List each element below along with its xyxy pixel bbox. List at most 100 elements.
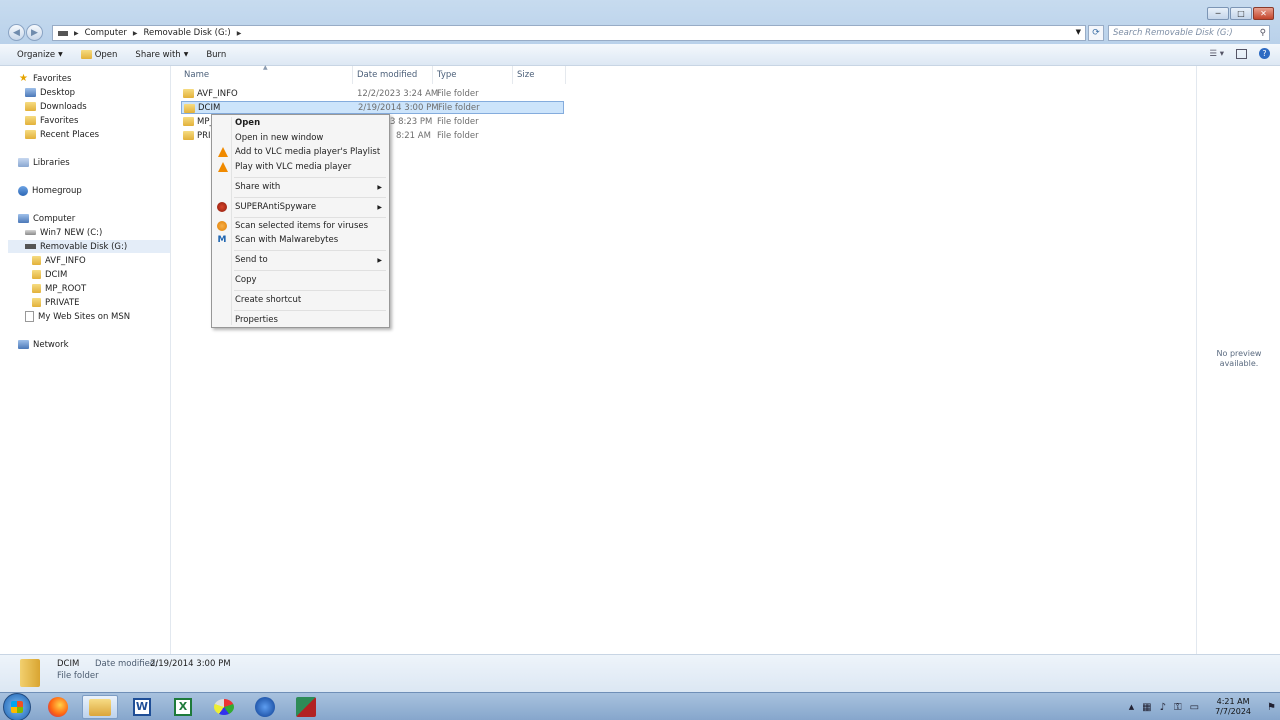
nav-recent-places[interactable]: Recent Places [25, 128, 99, 141]
burn-button[interactable]: Burn [206, 50, 226, 60]
column-separator[interactable] [512, 66, 513, 84]
network-icon [18, 340, 29, 349]
maximize-button[interactable]: □ [1230, 7, 1252, 20]
search-placeholder: Search Removable Disk (G:) [1113, 28, 1233, 38]
column-header-name[interactable]: Name [184, 70, 209, 80]
taskbar-word[interactable]: W [124, 695, 160, 719]
open-button[interactable]: Open [80, 50, 117, 60]
share-with-button[interactable]: Share with ▼ [135, 50, 188, 60]
menu-separator [234, 250, 386, 251]
menu-separator [234, 217, 386, 218]
start-button[interactable] [3, 693, 31, 720]
close-button[interactable]: ✕ [1253, 7, 1274, 20]
taskbar-excel[interactable]: X [165, 695, 201, 719]
nav-avf-info[interactable]: AVF_INFO [32, 254, 86, 267]
file-name: DCIM [198, 102, 221, 113]
taskbar-explorer[interactable] [82, 695, 118, 719]
flag-icon[interactable]: ⚑ [1267, 702, 1276, 713]
menu-item-vlc-playlist[interactable]: Add to VLC media player's Playlist [214, 145, 387, 159]
address-dropdown-icon[interactable]: ▼ [1076, 28, 1081, 36]
nav-favorites[interactable]: ★ Favorites [18, 72, 71, 85]
file-row[interactable]: AVF_INFO 12/2/2023 3:24 AM File folder [181, 87, 564, 100]
title-bar: ─ □ ✕ ◀ ▶ ▶ Computer ▶ Removable Disk (G… [0, 0, 1280, 44]
chevron-right-icon[interactable]: ▶ [237, 30, 242, 37]
show-hidden-icons[interactable]: ▲ [1129, 703, 1134, 711]
nav-downloads[interactable]: Downloads [25, 100, 87, 113]
search-input[interactable]: Search Removable Disk (G:) ⚲ [1108, 25, 1270, 41]
nav-network[interactable]: Network [18, 338, 69, 351]
menu-label: Add to VLC media player's Playlist [235, 147, 381, 157]
menu-item-vlc-play[interactable]: Play with VLC media player [214, 160, 387, 174]
menu-label: Share with [235, 182, 281, 192]
back-button[interactable]: ◀ [8, 24, 25, 41]
nav-label: PRIVATE [45, 297, 80, 308]
forward-button[interactable]: ▶ [26, 24, 43, 41]
menu-item-scan-malwarebytes[interactable]: M Scan with Malwarebytes [214, 233, 387, 247]
details-type: File folder [57, 671, 99, 681]
view-options-icon[interactable]: ☰ ▾ [1209, 49, 1224, 59]
column-header-type[interactable]: Type [437, 70, 457, 80]
forward-arrow-icon: ▶ [31, 27, 38, 38]
menu-item-send-to[interactable]: Send to ▶ [214, 253, 387, 267]
file-date: 2/19/2014 3:00 PM [358, 102, 439, 113]
column-header-size[interactable]: Size [517, 70, 534, 80]
nav-desktop[interactable]: Desktop [25, 86, 75, 99]
nav-removable-disk[interactable]: Removable Disk (G:) [8, 240, 170, 253]
menu-item-open[interactable]: Open [214, 116, 387, 130]
nav-label: Libraries [33, 157, 70, 168]
menu-item-copy[interactable]: Copy [214, 273, 387, 287]
file-row-selected[interactable]: DCIM 2/19/2014 3:00 PM File folder [181, 101, 564, 114]
column-separator[interactable] [352, 66, 353, 84]
clock-date: 7/7/2024 [1215, 707, 1252, 716]
chevron-right-icon[interactable]: ▶ [133, 30, 138, 37]
desktop-icon [25, 88, 36, 97]
excel-icon: X [174, 698, 192, 716]
taskbar-network-app[interactable] [288, 695, 324, 719]
view-controls: ☰ ▾ ? [1209, 48, 1270, 59]
menu-item-open-new-window[interactable]: Open in new window [214, 131, 387, 145]
nav-computer[interactable]: Computer [18, 212, 75, 225]
volume-icon[interactable]: ♪ [1160, 702, 1166, 713]
column-separator[interactable] [565, 66, 566, 84]
menu-separator [234, 310, 386, 311]
menu-item-superantispyware[interactable]: SUPERAntiSpyware ▶ [214, 200, 387, 214]
nav-msn-sites[interactable]: My Web Sites on MSN [25, 310, 130, 323]
back-arrow-icon: ◀ [13, 27, 20, 38]
taskbar-firefox[interactable] [40, 695, 76, 719]
breadcrumb-removable-disk[interactable]: Removable Disk (G:) [144, 28, 231, 38]
no-preview-line2: available. [1219, 359, 1259, 368]
address-bar[interactable]: ▶ Computer ▶ Removable Disk (G:) ▶ ▼ [52, 25, 1086, 41]
nav-mp-root[interactable]: MP_ROOT [32, 282, 86, 295]
chevron-right-icon[interactable]: ▶ [74, 30, 79, 37]
nav-win7-drive[interactable]: Win7 NEW (C:) [25, 226, 102, 239]
details-name: DCIM [57, 659, 80, 669]
help-icon[interactable]: ? [1259, 48, 1270, 59]
menu-item-share-with[interactable]: Share with ▶ [214, 180, 387, 194]
taskbar-paint[interactable] [206, 695, 242, 719]
menu-item-scan-viruses[interactable]: Scan selected items for viruses [214, 219, 387, 233]
breadcrumb-computer[interactable]: Computer [85, 28, 127, 38]
organize-button[interactable]: Organize ▼ [17, 50, 63, 60]
taskbar-app-blue[interactable] [247, 695, 283, 719]
nav-private[interactable]: PRIVATE [32, 296, 80, 309]
folder-icon [184, 104, 195, 113]
monitor-tray-icon[interactable]: ▭ [1190, 702, 1199, 713]
column-separator[interactable] [432, 66, 433, 84]
usb-device-icon[interactable]: ⚿ [1174, 702, 1182, 713]
refresh-button[interactable]: ⟳ [1088, 25, 1104, 41]
menu-item-create-shortcut[interactable]: Create shortcut [214, 293, 387, 307]
nav-dcim[interactable]: DCIM [32, 268, 67, 281]
preview-pane-icon[interactable] [1236, 48, 1247, 59]
column-header-date[interactable]: Date modified [357, 70, 417, 80]
nav-favorites-folder[interactable]: Favorites [25, 114, 78, 127]
minimize-button[interactable]: ─ [1207, 7, 1229, 20]
menu-item-properties[interactable]: Properties [214, 313, 387, 327]
nav-libraries[interactable]: Libraries [18, 156, 70, 169]
clock[interactable]: 4:21 AM 7/7/2024 [1215, 697, 1251, 717]
nav-label: DCIM [45, 269, 68, 280]
network-status-icon[interactable]: ▦ [1142, 702, 1151, 713]
nav-homegroup[interactable]: Homegroup [18, 184, 82, 197]
search-icon[interactable]: ⚲ [1260, 26, 1266, 40]
sort-arrow-icon: ▲ [263, 64, 268, 71]
file-date: 8:21 AM [396, 130, 431, 141]
